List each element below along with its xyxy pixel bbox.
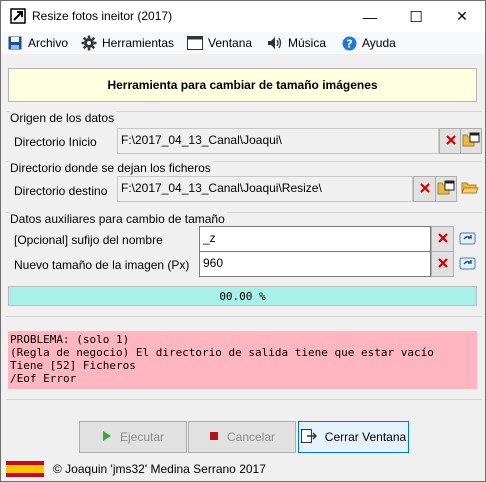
tamano-default-button[interactable] [456,251,479,277]
window-icon [187,35,203,51]
menu-musica-label: Música [288,36,327,50]
ejecutar-label: Ejecutar [119,430,165,444]
origen-browse-button[interactable] [460,128,482,154]
minimize-icon: — [363,8,377,25]
maximize-icon: ☐ [409,8,423,26]
separator [6,316,482,317]
destino-browse-button[interactable] [435,176,457,202]
tamano-clear-button[interactable] [431,251,454,277]
clear-x-icon [445,134,456,148]
origen-path-field[interactable]: F:\2017_04_13_Canal\Joaqui\ [117,128,439,154]
ejecutar-button[interactable]: Ejecutar [79,421,187,453]
cancelar-button[interactable]: Cancelar [188,421,296,453]
menu-musica[interactable]: Música [267,34,326,52]
clear-x-icon [437,232,448,246]
error-messages: PROBLEMA: (solo 1) (Regla de negocio) El… [8,331,477,389]
minimize-button[interactable]: — [347,1,393,32]
tamano-label: Nuevo tamaño de la imagen (Px) [14,258,190,272]
close-window-button[interactable]: ✕ [439,1,485,32]
help-icon: ? [341,35,357,51]
progress-text: 00.00 % [219,289,266,303]
auxiliares-group-title: Datos auxiliares para cambio de tamaño [10,212,227,226]
menu-ayuda[interactable]: ? Ayuda [341,34,396,52]
error-line: /Eof Error [10,372,77,385]
menu-herramientas[interactable]: Herramientas [81,34,174,52]
cerrar-ventana-label: Cerrar Ventana [324,430,407,444]
sufijo-input[interactable]: _z [199,226,431,252]
speaker-icon [267,35,283,51]
destino-path-field[interactable]: F:\2017_04_13_Canal\Joaqui\Resize\ [117,176,413,202]
title-bar[interactable]: Resize fotos ineitor (2017) — ☐ ✕ [1,1,485,32]
sufijo-default-button[interactable] [456,226,479,252]
destino-label: Directorio destino [14,184,108,198]
origen-group-title: Origen de los datos [10,111,117,125]
copyright-text: © Joaquin 'jms32' Medina Serrano 2017 [53,462,266,476]
header-panel: Herramienta para cambiar de tamaño imáge… [8,68,477,102]
folder-window-icon [462,132,480,151]
menu-ventana-label: Ventana [208,36,253,50]
save-icon [7,35,23,51]
destino-group-title: Directorio donde se dejan los ficheros [10,161,213,175]
folder-window-icon [437,180,455,199]
menu-ventana[interactable]: Ventana [187,34,252,52]
gear-icon [81,35,97,51]
progress-bar: 00.00 % [8,286,477,306]
svg-text:?: ? [346,37,352,50]
destino-open-folder-button[interactable] [458,176,481,202]
close-icon: ✕ [456,8,468,24]
menu-ayuda-label: Ayuda [362,36,396,50]
sufijo-label: [Opcional] sufijo del nombre [14,233,163,247]
cancelar-label: Cancelar [226,430,276,444]
sufijo-clear-button[interactable] [431,226,454,252]
spain-flag-icon [6,461,44,477]
open-folder-icon [460,180,479,199]
menu-archivo-label: Archivo [28,36,69,50]
destino-clear-button[interactable] [413,176,436,202]
app-resize-icon [10,8,26,24]
maximize-button[interactable]: ☐ [393,1,439,32]
separator [6,399,482,400]
error-line: PROBLEMA: (solo 1) [10,333,130,346]
menu-archivo[interactable]: Archivo [7,34,68,52]
exit-icon [300,428,317,446]
origen-label: Directorio Inicio [14,135,97,149]
menu-bar: Archivo Herramientas Ventana Música ? Ay… [1,32,485,54]
tamano-input[interactable]: 960 [199,251,431,277]
error-line: (Regla de negocio) El directorio de sali… [10,346,434,359]
main-window: Resize fotos ineitor (2017) — ☐ ✕ Archiv… [0,0,486,482]
error-line: Tiene [52] Ficheros [10,359,136,372]
reset-icon [459,230,477,249]
origen-clear-button[interactable] [439,128,462,154]
menu-herramientas-label: Herramientas [102,36,175,50]
window-title: Resize fotos ineitor (2017) [32,9,173,23]
play-icon [102,430,112,445]
clear-x-icon [437,257,448,271]
cerrar-ventana-button[interactable]: Cerrar Ventana [298,421,409,453]
status-bar: © Joaquin 'jms32' Medina Serrano 2017 [1,457,485,481]
stop-icon [209,430,219,444]
clear-x-icon [419,182,430,196]
header-title: Herramienta para cambiar de tamaño imáge… [107,78,378,92]
reset-icon [459,255,477,274]
